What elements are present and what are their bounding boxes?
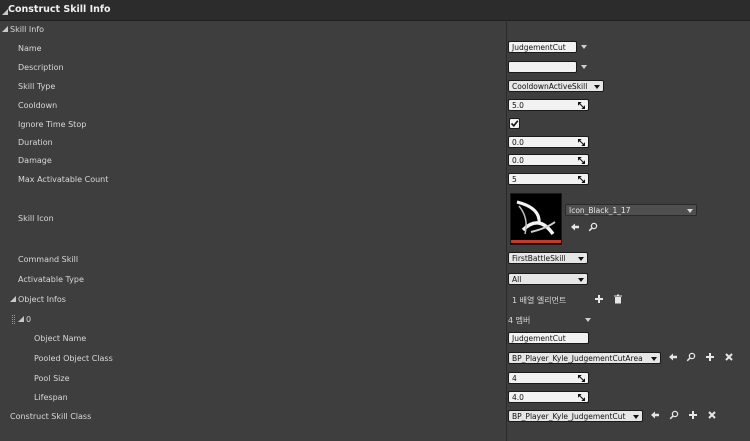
object-name-input[interactable]: JudgementCut <box>508 332 589 344</box>
chevron-down-icon <box>633 415 639 419</box>
construct-skill-class-value: BP_Player_Kyle_JudgementCut <box>512 412 626 421</box>
search-icon[interactable] <box>685 352 697 364</box>
label-command-skill: Command Skill <box>18 255 79 264</box>
label-duration: Duration <box>18 138 53 147</box>
label-pooled-object-class: Pooled Object Class <box>34 354 113 363</box>
close-icon[interactable] <box>706 410 718 422</box>
search-icon[interactable] <box>668 410 680 422</box>
chevron-down-icon <box>651 357 657 361</box>
label-description: Description <box>18 63 64 72</box>
chevron-down-icon <box>578 278 584 282</box>
element-index[interactable]: 0 <box>26 315 31 324</box>
label-cooldown: Cooldown <box>18 101 58 110</box>
collapse-arrow-icon[interactable] <box>10 296 16 302</box>
spin-arrows-icon[interactable] <box>578 176 585 183</box>
label-activatable-type: Activatable Type <box>18 275 84 284</box>
close-icon[interactable] <box>723 352 735 364</box>
pool-size-value: 4 <box>512 374 517 383</box>
trash-icon[interactable] <box>612 294 624 306</box>
column-splitter[interactable] <box>506 20 507 441</box>
label-skill-type: Skill Type <box>18 82 56 91</box>
activatable-type-select[interactable]: All <box>508 273 588 285</box>
chevron-down-icon[interactable] <box>581 65 587 69</box>
label-object-name: Object Name <box>34 334 87 343</box>
label-object-infos[interactable]: Object Infos <box>18 295 66 304</box>
duration-value: 0.0 <box>512 138 524 147</box>
label-pool-size: Pool Size <box>34 374 70 383</box>
cooldown-input[interactable]: 5.0 <box>508 99 589 111</box>
max-activatable-count-value: 5 <box>512 175 517 184</box>
cooldown-value: 5.0 <box>512 101 524 110</box>
pool-size-input[interactable]: 4 <box>508 372 589 384</box>
panel-title: Construct Skill Info <box>8 4 111 15</box>
skill-icon-thumbnail[interactable] <box>510 193 562 245</box>
lifespan-value: 4.0 <box>512 393 524 402</box>
label-construct-skill-class: Construct Skill Class <box>10 412 92 421</box>
plus-icon[interactable] <box>704 352 716 364</box>
label-name: Name <box>18 44 42 53</box>
damage-input[interactable]: 0.0 <box>508 154 589 166</box>
description-input[interactable] <box>508 61 577 73</box>
label-skill-icon: Skill Icon <box>18 214 54 223</box>
element-members: 4 멤버 <box>508 316 531 325</box>
drag-handle-icon[interactable] <box>12 315 16 324</box>
command-skill-select[interactable]: FirstBattleSkill <box>508 252 588 264</box>
label-lifespan: Lifespan <box>34 393 68 402</box>
chevron-down-icon <box>687 209 693 213</box>
spin-arrows-icon[interactable] <box>578 375 585 382</box>
skill-icon-asset-select[interactable]: Icon_Black_1_17 <box>565 204 697 216</box>
damage-value: 0.0 <box>512 156 524 165</box>
arrow-left-icon[interactable] <box>569 222 581 234</box>
label-ignore-time-stop: Ignore Time Stop <box>18 120 87 129</box>
spin-arrows-icon[interactable] <box>578 394 585 401</box>
arrow-left-icon[interactable] <box>667 352 679 364</box>
pooled-object-class-select[interactable]: BP_Player_Kyle_JudgementCutArea <box>508 352 661 364</box>
plus-icon[interactable] <box>687 410 699 422</box>
arrow-left-icon[interactable] <box>649 410 661 422</box>
skill-icon-asset-value: Icon_Black_1_17 <box>569 206 631 215</box>
construct-skill-class-select[interactable]: BP_Player_Kyle_JudgementCut <box>508 410 643 422</box>
panel-header[interactable]: Construct Skill Info <box>0 0 750 21</box>
spin-arrows-icon[interactable] <box>578 102 585 109</box>
collapse-arrow-icon[interactable] <box>18 316 24 322</box>
ignore-time-stop-checkbox[interactable] <box>509 118 520 129</box>
collapse-arrow-icon[interactable] <box>2 26 8 32</box>
duration-input[interactable]: 0.0 <box>508 136 589 148</box>
array-count: 1 배열 엘리먼트 <box>512 296 567 305</box>
skill-type-value: CooldownActiveSkill <box>512 82 588 91</box>
chevron-down-icon <box>578 257 584 261</box>
skill-type-select[interactable]: CooldownActiveSkill <box>508 80 604 92</box>
label-max-activatable-count: Max Activatable Count <box>18 175 109 184</box>
spin-arrows-icon[interactable] <box>578 139 585 146</box>
command-skill-value: FirstBattleSkill <box>512 254 566 263</box>
judgement-cut-slash-icon <box>511 200 561 243</box>
label-damage: Damage <box>18 156 52 165</box>
name-input[interactable]: JudgementCut <box>508 41 577 53</box>
chevron-down-icon[interactable] <box>585 318 591 322</box>
chevron-down-icon <box>594 85 600 89</box>
activatable-type-value: All <box>512 275 522 284</box>
section-skill-info[interactable]: Skill Info <box>10 25 44 34</box>
pooled-object-class-value: BP_Player_Kyle_JudgementCutArea <box>512 354 643 363</box>
spin-arrows-icon[interactable] <box>578 157 585 164</box>
max-activatable-count-input[interactable]: 5 <box>508 173 589 185</box>
check-icon <box>510 120 519 127</box>
plus-icon[interactable] <box>593 294 605 306</box>
lifespan-input[interactable]: 4.0 <box>508 391 589 403</box>
search-icon[interactable] <box>587 222 599 234</box>
chevron-down-icon[interactable] <box>581 45 587 49</box>
